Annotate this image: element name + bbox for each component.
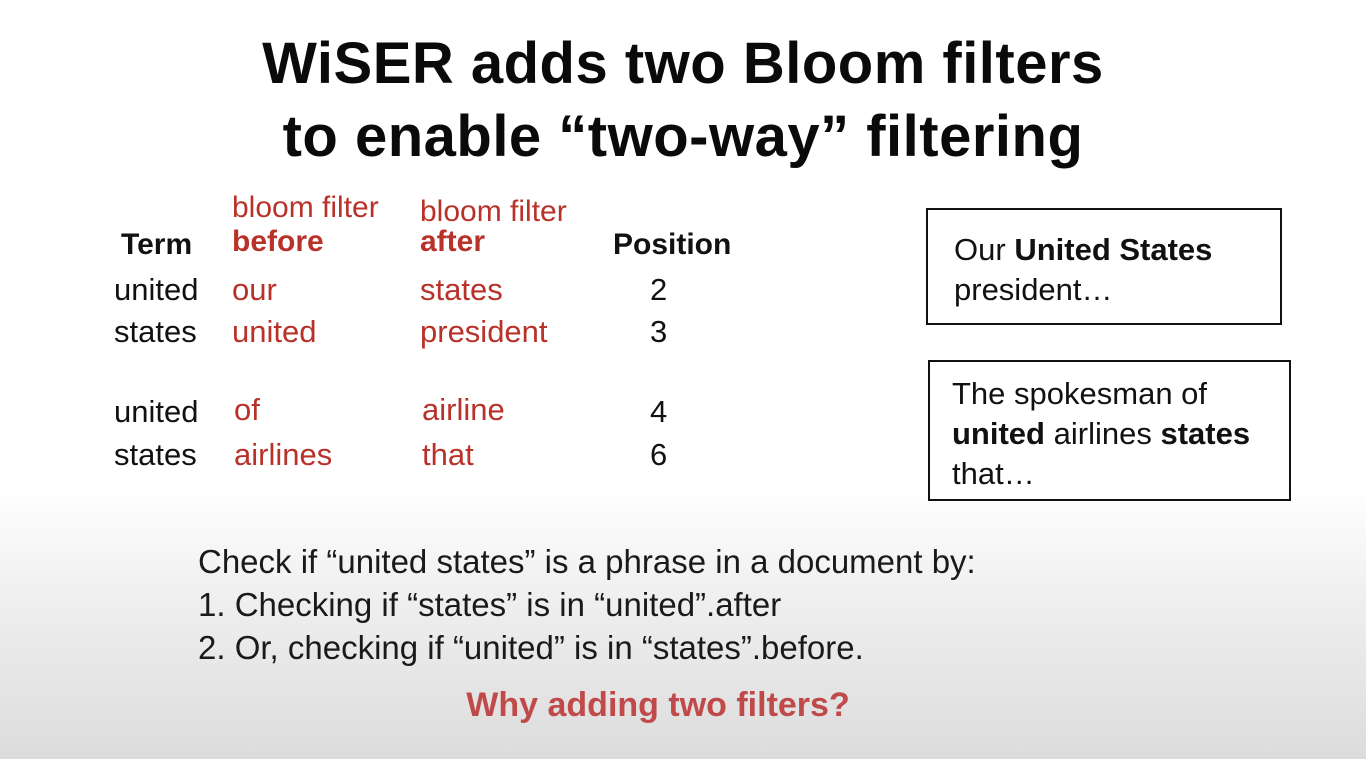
- header-before-bottom: before: [232, 225, 324, 258]
- question-text: Why adding two filters?: [466, 686, 850, 724]
- doc2-word-united: united: [952, 416, 1045, 451]
- document-box-2: The spokesman of united airlines states …: [928, 360, 1291, 501]
- title-line-1: WiSER adds two Bloom filters: [262, 31, 1104, 96]
- row4-before: airlines: [234, 437, 333, 472]
- check-step-1: 1. Checking if “states” is in “united”.a…: [198, 586, 782, 623]
- row2-after: president: [420, 314, 548, 349]
- header-after-top: bloom filter: [420, 195, 567, 228]
- row3-position: 4: [650, 394, 668, 429]
- header-before-top: bloom filter: [232, 191, 379, 224]
- row2-position: 3: [650, 314, 668, 349]
- doc2-line3: that…: [952, 456, 1035, 491]
- title-line-2: to enable “two-way” filtering: [282, 104, 1084, 169]
- row3-before: of: [234, 392, 260, 427]
- header-position: Position: [613, 228, 732, 261]
- doc1-word-our: Our: [954, 232, 1006, 267]
- doc2-word-states: states: [1160, 416, 1251, 451]
- doc1-phrase-united-states: United States: [1014, 232, 1213, 267]
- doc2-word-airlines: airlines: [1053, 416, 1152, 451]
- document-box-1: Our United States president…: [926, 208, 1282, 325]
- row2-term: states: [114, 314, 197, 349]
- check-intro: Check if “united states” is a phrase in …: [198, 543, 976, 580]
- row1-before: our: [232, 272, 277, 307]
- doc1-line2: president…: [954, 272, 1113, 307]
- doc2-line2: united airlines states: [952, 414, 1289, 454]
- row1-term: united: [114, 272, 199, 307]
- row3-after: airline: [422, 392, 505, 427]
- check-step-2: 2. Or, checking if “united” is in “state…: [198, 629, 864, 666]
- row3-term: united: [114, 394, 199, 429]
- row1-after: states: [420, 272, 503, 307]
- row1-position: 2: [650, 272, 668, 307]
- header-term: Term: [121, 228, 193, 261]
- row4-after: that: [422, 437, 474, 472]
- header-after-bottom: after: [420, 225, 486, 258]
- doc1-line1: Our United States: [954, 230, 1280, 270]
- row2-before: united: [232, 314, 317, 349]
- row4-term: states: [114, 437, 197, 472]
- doc2-line1: The spokesman of: [952, 376, 1208, 411]
- row4-position: 6: [650, 437, 668, 472]
